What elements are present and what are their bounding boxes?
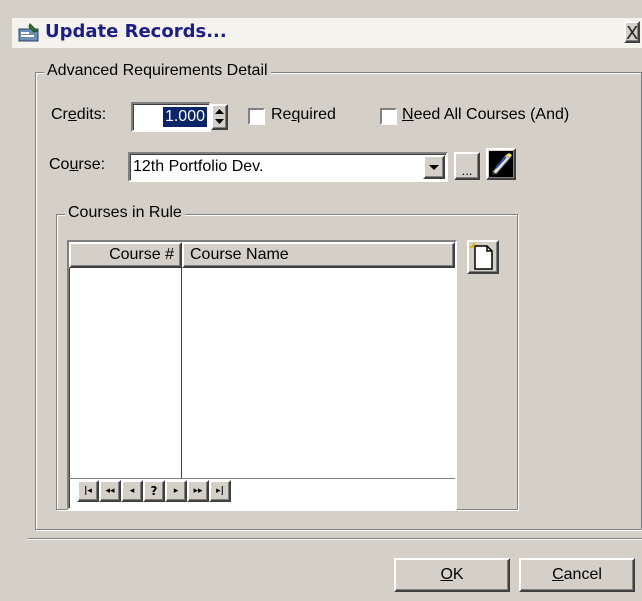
group-courses-in-rule-legend: Courses in Rule [65, 204, 185, 222]
credits-field[interactable]: 1.000 [131, 102, 211, 132]
credits-value: 1.000 [162, 107, 207, 127]
need-all-courses-label: Need All Courses (And) [402, 106, 570, 123]
nav-next-button[interactable]: ▸ [165, 480, 187, 502]
dialog-body: Advanced Requirements Detail Credits: 1.… [12, 48, 642, 601]
ok-button[interactable]: OK [394, 558, 510, 592]
edit-course-button[interactable] [486, 148, 516, 180]
group-advanced-requirements-legend: Advanced Requirements Detail [44, 62, 271, 80]
course-browse-button[interactable]: ... [454, 152, 480, 180]
nav-find-button[interactable]: ? [143, 480, 165, 502]
title-bar: Update Records... X [12, 18, 642, 48]
required-checkbox[interactable] [248, 108, 265, 125]
course-label: Course: [49, 156, 106, 173]
form-icon [18, 23, 39, 42]
dropdown-arrow-icon [429, 165, 439, 170]
grid-bottom-rule [69, 478, 455, 479]
credits-spinner[interactable] [211, 104, 228, 130]
course-dropdown-button[interactable] [423, 155, 445, 179]
nav-last-button[interactable]: ▸| [209, 480, 231, 502]
credits-label: Credits: [51, 106, 107, 123]
required-label: Required [271, 106, 336, 123]
close-button[interactable]: X [624, 21, 640, 44]
window-title: Update Records... [45, 21, 227, 42]
nav-prev-page-button[interactable]: ◂◂ [99, 480, 121, 502]
pencil-icon [489, 151, 513, 177]
footer-separator [28, 538, 642, 539]
nav-next-page-button[interactable]: ▸▸ [187, 480, 209, 502]
nav-prev-button[interactable]: ◂ [121, 480, 143, 502]
need-all-courses-checkbox[interactable] [380, 108, 397, 125]
course-select-value: 12th Portfolio Dev. [133, 158, 264, 175]
new-document-icon [470, 243, 493, 270]
close-icon: X [626, 23, 639, 44]
cancel-button[interactable]: Cancel [519, 558, 635, 592]
course-select[interactable]: 12th Portfolio Dev. [128, 152, 448, 182]
column-header-course-name[interactable]: Course Name [182, 242, 455, 268]
record-navigator: |◂ ◂◂ ◂ ? ▸ ▸▸ ▸| [77, 480, 231, 502]
column-divider [181, 268, 182, 478]
courses-grid[interactable]: Course # Course Name |◂ ◂◂ ◂ ? ▸ ▸▸ ▸| [67, 240, 457, 510]
column-header-course-number[interactable]: Course # [69, 242, 182, 268]
new-course-button[interactable] [467, 240, 499, 274]
nav-first-button[interactable]: |◂ [77, 480, 99, 502]
spinner-arrows-icon [215, 109, 224, 124]
